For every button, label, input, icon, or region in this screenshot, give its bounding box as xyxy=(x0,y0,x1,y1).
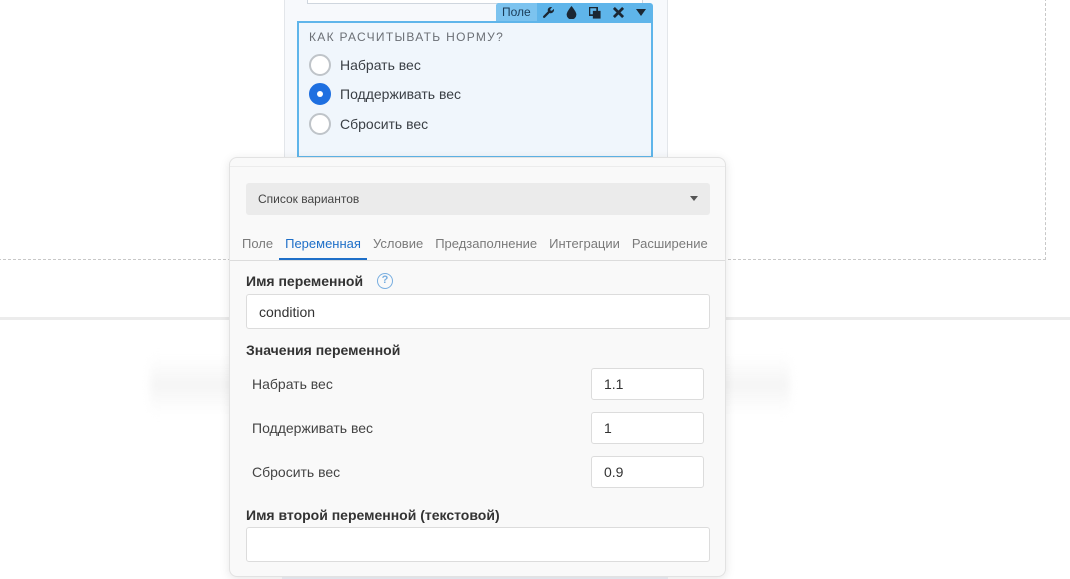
radio-option-label: Набрать вес xyxy=(340,57,421,73)
second-variable-input[interactable] xyxy=(246,527,710,562)
close-icon[interactable] xyxy=(606,3,629,22)
radio-option[interactable]: Сбросить вес xyxy=(309,112,428,136)
field-type-select[interactable]: Список вариантов xyxy=(246,183,710,215)
field-settings-panel: Список вариантов Поле Переменная Условие… xyxy=(229,157,726,577)
variable-value-row: Поддерживать вес xyxy=(246,406,710,450)
variable-value-input[interactable] xyxy=(591,456,704,488)
radio-button[interactable] xyxy=(309,113,331,135)
tab-variable[interactable]: Переменная xyxy=(279,229,367,260)
tab-field[interactable]: Поле xyxy=(236,229,279,260)
chevron-down-icon[interactable] xyxy=(630,3,653,22)
copy-icon[interactable] xyxy=(583,3,606,22)
variable-value-input[interactable] xyxy=(591,368,704,400)
radio-option[interactable]: Набрать вес xyxy=(309,53,421,77)
drop-icon[interactable] xyxy=(560,3,583,22)
variable-name-input[interactable] xyxy=(246,294,710,329)
help-icon[interactable]: ? xyxy=(377,273,393,289)
radio-option-label: Поддерживать вес xyxy=(340,86,462,102)
radio-button[interactable] xyxy=(309,54,331,76)
variable-value-option-label: Поддерживать вес xyxy=(252,420,374,436)
tab-integrations[interactable]: Интеграции xyxy=(543,229,626,260)
variable-value-option-label: Набрать вес xyxy=(252,376,333,392)
wrench-icon[interactable] xyxy=(537,3,560,22)
settings-tabs: Поле Переменная Условие Предзаполнение И… xyxy=(230,229,725,261)
second-variable-label: Имя второй переменной (текстовой) xyxy=(246,507,500,523)
radio-button-checked[interactable] xyxy=(309,83,331,105)
tab-extension[interactable]: Расширение xyxy=(626,229,714,260)
variable-value-option-label: Сбросить вес xyxy=(252,464,341,480)
selected-question-field[interactable]: КАК РАСЧИТЫВАТЬ НОРМУ? Набрать вес Подде… xyxy=(297,21,653,158)
radio-option-label: Сбросить вес xyxy=(340,116,429,132)
field-type-label: Поле xyxy=(496,3,537,22)
divider xyxy=(230,166,725,167)
variable-value-row: Набрать вес xyxy=(246,362,710,406)
variable-name-label: Имя переменной xyxy=(246,273,364,289)
variable-value-input[interactable] xyxy=(591,412,704,444)
tab-condition[interactable]: Условие xyxy=(367,229,429,260)
field-toolbar: Поле xyxy=(496,3,653,22)
tab-prefill[interactable]: Предзаполнение xyxy=(429,229,543,260)
question-title: КАК РАСЧИТЫВАТЬ НОРМУ? xyxy=(309,30,505,44)
variable-value-row: Сбросить вес xyxy=(246,450,710,494)
field-type-select-value: Список вариантов xyxy=(258,192,360,206)
caret-down-icon xyxy=(690,196,698,201)
radio-option[interactable]: Поддерживать вес xyxy=(309,82,461,106)
variable-values-label: Значения переменной xyxy=(246,342,401,358)
